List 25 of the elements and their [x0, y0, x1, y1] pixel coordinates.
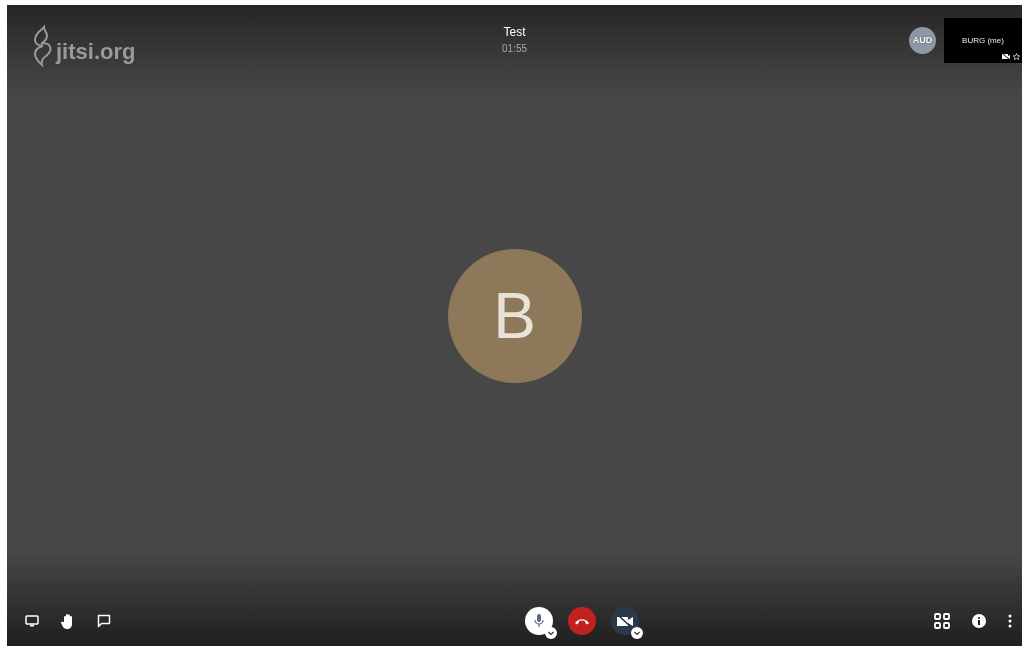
chevron-icon[interactable]	[544, 627, 557, 639]
speaker-avatar: B	[447, 249, 582, 383]
logo-text: jitsi.org	[56, 38, 136, 66]
chat-button[interactable]	[97, 614, 111, 628]
more-icon	[1008, 614, 1012, 628]
more-button[interactable]	[1008, 614, 1012, 628]
microphone-icon	[533, 614, 544, 628]
screen-share-icon	[25, 615, 39, 627]
hang-up-button[interactable]	[567, 607, 596, 635]
tile-view-button[interactable]	[934, 613, 950, 629]
star-icon	[1013, 53, 1020, 60]
camera-icon	[616, 615, 633, 627]
logo-icon	[31, 25, 53, 67]
screen-share-button[interactable]	[25, 615, 39, 627]
raise-hand-button[interactable]	[61, 613, 75, 629]
info-icon	[972, 614, 986, 628]
meeting-title: Test	[503, 24, 526, 41]
tile-view-icon	[934, 613, 950, 629]
chevron-icon[interactable]	[630, 627, 643, 639]
raise-hand-icon	[61, 613, 75, 629]
info-button[interactable]	[972, 614, 986, 628]
meeting-timer: 01:55	[502, 42, 527, 56]
phone-icon	[573, 617, 590, 625]
participant-name: BURG (me)	[962, 34, 1004, 47]
chat-icon	[97, 614, 111, 628]
